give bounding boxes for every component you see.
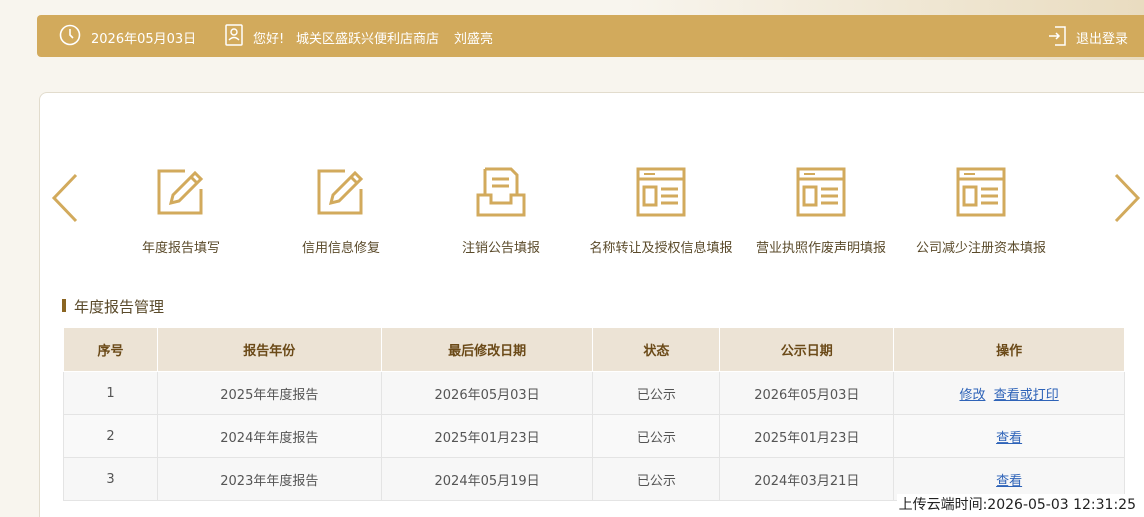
cell-modified: 2024年05月19日 (380, 457, 594, 501)
view-link[interactable]: 查看 (996, 474, 1022, 489)
current-date: 2026年05月03日 (91, 32, 197, 47)
logout-button[interactable]: 退出登录 (1076, 28, 1128, 47)
nav-capital-reduction[interactable]: 公司减少注册资本填报 (901, 165, 1061, 256)
cell-index: 3 (63, 457, 158, 501)
cell-actions: 修改 查看或打印 (893, 371, 1125, 415)
inbox-icon (476, 167, 526, 217)
logout-icon[interactable] (1047, 25, 1067, 47)
cell-status: 已公示 (592, 371, 721, 415)
clock-icon (59, 24, 81, 46)
nav-license-void[interactable]: 营业执照作废声明填报 (741, 165, 901, 256)
cell-status: 已公示 (592, 414, 721, 458)
edit-link[interactable]: 修改 (959, 388, 985, 403)
nav-deregistration-notice[interactable]: 注销公告填报 (421, 165, 581, 256)
table-row: 2 2024年年度报告 2025年01月23日 已公示 2025年01月23日 … (63, 414, 1125, 458)
view-link[interactable]: 查看 (996, 431, 1022, 446)
nav-label: 年度报告填写 (141, 241, 220, 256)
cell-modified: 2025年01月23日 (380, 414, 594, 458)
nav-name-transfer[interactable]: 名称转让及授权信息填报 (581, 165, 741, 256)
cell-year: 2023年年度报告 (156, 457, 382, 501)
column-header: 状态 (592, 327, 721, 372)
chevron-right-icon[interactable] (1112, 173, 1142, 223)
shop-name: 城关区盛跃兴便利店商店 (296, 32, 440, 47)
column-header: 报告年份 (156, 327, 382, 372)
nav-label: 注销公告填报 (461, 241, 540, 256)
cell-published: 2026年05月03日 (719, 371, 895, 415)
edit-icon (317, 169, 364, 215)
column-header: 公示日期 (719, 327, 895, 372)
nav-label: 名称转让及授权信息填报 (589, 241, 733, 256)
user-name: 刘盛亮 (454, 32, 494, 47)
nav-label: 营业执照作废声明填报 (755, 241, 886, 256)
column-header: 操作 (893, 327, 1125, 372)
cell-index: 1 (63, 371, 158, 415)
greeting-text: 您好! (253, 32, 285, 47)
cell-index: 2 (63, 414, 158, 458)
column-header: 最后修改日期 (380, 327, 594, 372)
upload-timestamp: 上传云端时间:2026-05-03 12:31:25 (896, 494, 1138, 514)
document-icon (796, 167, 846, 217)
section-title: 年度报告管理 (62, 296, 164, 317)
chevron-left-icon[interactable] (50, 173, 80, 223)
cell-modified: 2026年05月03日 (380, 371, 594, 415)
cell-year: 2024年年度报告 (156, 414, 382, 458)
top-bar: 2026年05月03日 您好! 城关区盛跃兴便利店商店 刘盛亮 退出登录 (37, 15, 1144, 57)
nav-label: 信用信息修复 (301, 241, 380, 256)
nav-annual-report[interactable]: 年度报告填写 (101, 165, 261, 256)
cell-actions: 查看 (893, 414, 1125, 458)
table-header-row: 序号 报告年份 最后修改日期 状态 公示日期 操作 (63, 327, 1125, 372)
column-header: 序号 (63, 327, 158, 372)
table-row: 1 2025年年度报告 2026年05月03日 已公示 2026年05月03日 … (63, 371, 1125, 415)
document-icon (956, 167, 1006, 217)
nav-credit-repair[interactable]: 信用信息修复 (261, 165, 421, 256)
user-card-icon (225, 24, 243, 46)
cell-year: 2025年年度报告 (156, 371, 382, 415)
view-print-link[interactable]: 查看或打印 (994, 388, 1059, 403)
edit-icon (157, 169, 204, 215)
nav-label: 公司减少注册资本填报 (915, 241, 1046, 256)
cell-published: 2024年03月21日 (719, 457, 895, 501)
report-table: 序号 报告年份 最后修改日期 状态 公示日期 操作 1 2025年年度报告 20… (63, 327, 1125, 501)
document-icon (636, 167, 686, 217)
cell-published: 2025年01月23日 (719, 414, 895, 458)
cell-status: 已公示 (592, 457, 721, 501)
